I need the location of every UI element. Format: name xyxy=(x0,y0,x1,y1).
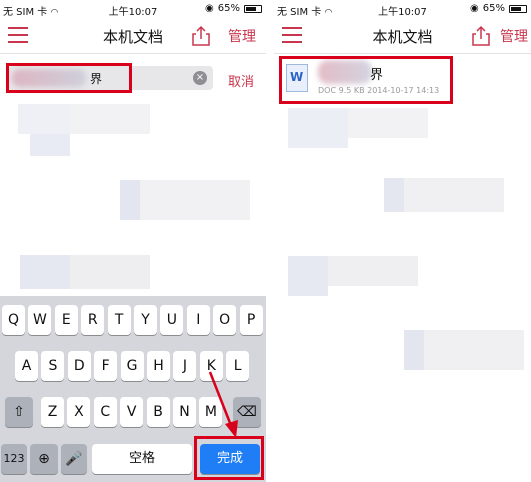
battery-percent: 65% xyxy=(482,3,505,14)
nav-bar: 本机文档 管理 xyxy=(274,18,531,54)
battery-icon xyxy=(509,4,527,13)
manage-button[interactable]: 管理 xyxy=(500,26,528,46)
rotation-lock-icon: ◉ xyxy=(470,3,479,14)
red-arrow-icon xyxy=(208,371,238,438)
left-screen: 无 SIM 卡 ◠ 上午10:07 ◉ 65% 本机文档 管理 界 × 取消 Q… xyxy=(0,0,266,482)
divider xyxy=(266,0,274,482)
status-bar: 无 SIM 卡 ◠ 上午10:07 ◉ 65% xyxy=(274,0,531,18)
page-title: 本机文档 xyxy=(372,28,433,46)
highlight-box-result xyxy=(279,56,453,104)
share-icon[interactable] xyxy=(470,25,492,47)
right-screen: 无 SIM 卡 ◠ 上午10:07 ◉ 65% 本机文档 管理 W 界 DOC … xyxy=(274,0,531,482)
